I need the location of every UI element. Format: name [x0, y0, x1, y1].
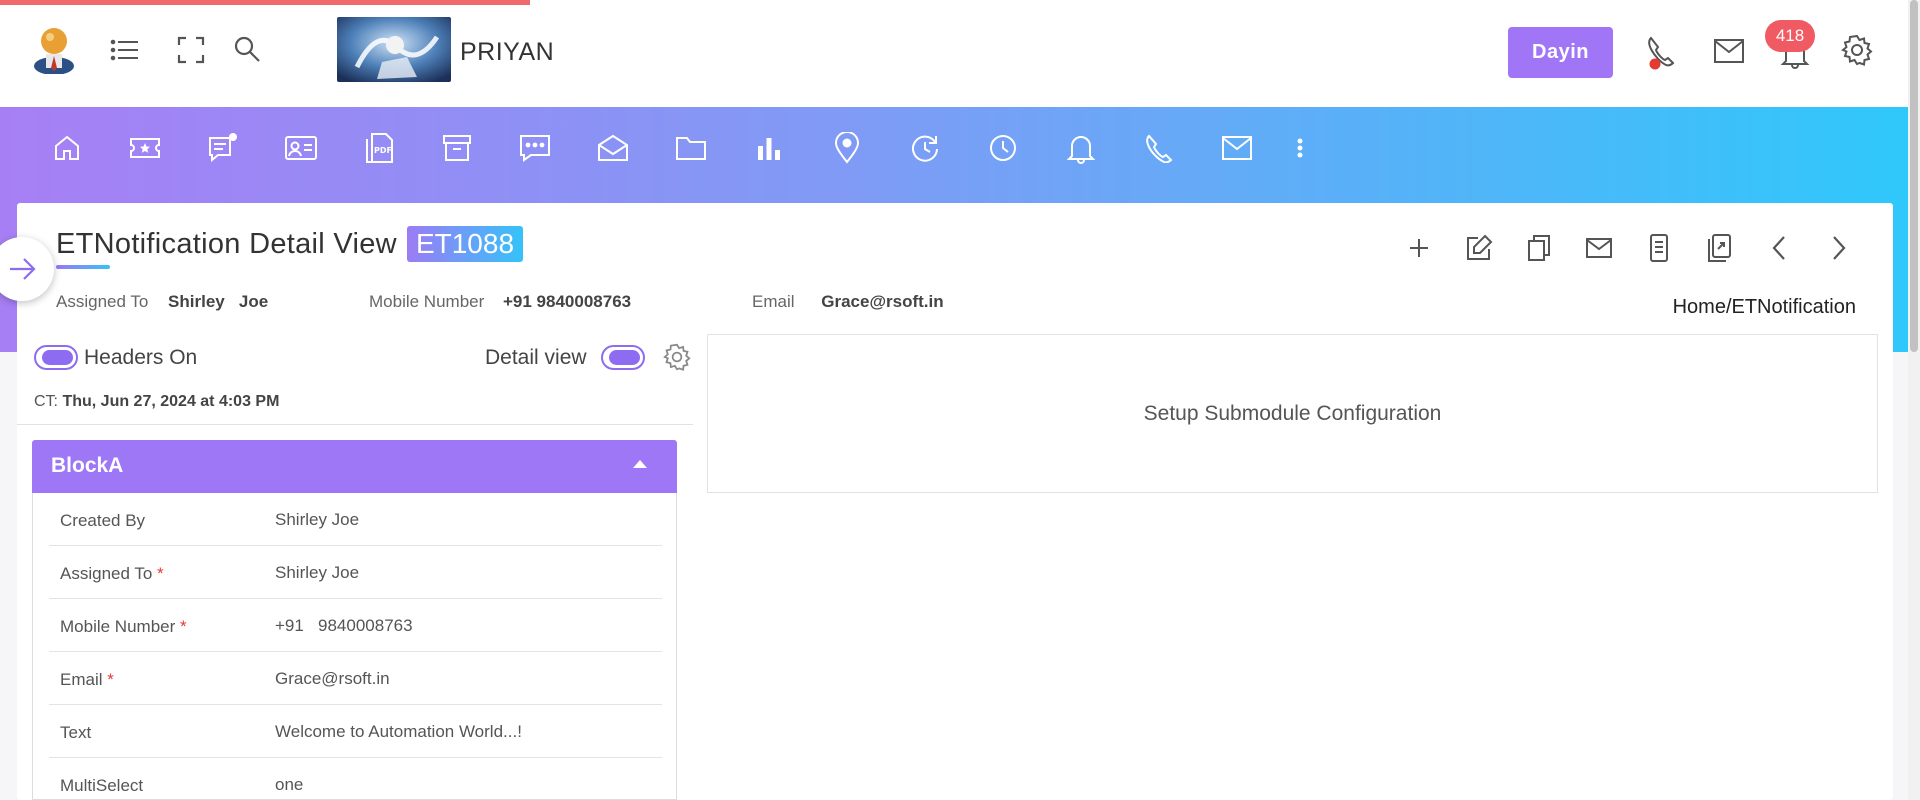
svg-text:PDF: PDF [374, 146, 392, 155]
record-actions [1389, 226, 1869, 270]
field-row-assigned-to: Assigned To * Shirley Joe [49, 546, 662, 599]
next-record-icon[interactable] [1809, 226, 1869, 270]
module-nav: PDF [28, 115, 1324, 180]
collapse-caret-icon[interactable] [633, 460, 647, 468]
chat-note-icon[interactable] [184, 115, 262, 180]
field-row-multiselect: MultiSelect one [49, 758, 662, 800]
field-value: Shirley Joe [275, 510, 360, 529]
block-body: Created By Shirley Joe Assigned To * Shi… [32, 493, 677, 800]
detail-view-toggle[interactable] [601, 345, 645, 370]
title-underline [56, 265, 110, 269]
assigned-to-value: Shirley Joe [168, 292, 269, 311]
email-value[interactable]: Grace@rsoft.in [821, 292, 943, 311]
search-icon[interactable] [231, 33, 263, 65]
assigned-to-label: Assigned To [56, 292, 149, 311]
mobile-value: +91 9840008763 [503, 292, 632, 311]
pdf-icon[interactable]: PDF [340, 115, 418, 180]
field-label: MultiSelect [60, 776, 144, 795]
brand-logo-image [337, 17, 451, 82]
field-label: Mobile Number * [60, 617, 187, 636]
list-icon[interactable] [108, 36, 142, 64]
field-row-created-by: Created By Shirley Joe [49, 493, 662, 546]
home-icon[interactable] [28, 115, 106, 180]
phone-icon[interactable] [1120, 115, 1198, 180]
add-icon[interactable] [1389, 226, 1449, 270]
detail-view-toggle-label: Detail view [485, 346, 587, 369]
field-value: Shirley Joe [275, 563, 360, 582]
panel-settings-icon[interactable] [662, 342, 692, 372]
bell-icon[interactable] [1042, 115, 1120, 180]
field-label: Email * [60, 670, 114, 689]
field-value: +91 9840008763 [275, 616, 413, 635]
page-loading-bar [0, 0, 530, 5]
record-id-badge: ET1088 [407, 226, 523, 262]
block-header[interactable]: BlockA [32, 440, 677, 493]
brand-name: PRIYAN [460, 38, 555, 66]
field-label: Assigned To * [60, 564, 164, 583]
field-value: one [275, 775, 304, 794]
created-time-prefix: CT: [34, 393, 58, 410]
clock-icon[interactable] [964, 115, 1042, 180]
more-vertical-icon[interactable] [1276, 115, 1324, 180]
copy-icon[interactable] [1509, 226, 1569, 270]
block-title: BlockA [51, 454, 124, 477]
headers-toggle-label: Headers On [84, 346, 198, 369]
field-value: Welcome to Automation World...! [275, 722, 522, 741]
share-document-icon[interactable] [1689, 226, 1749, 270]
gear-icon[interactable] [1840, 33, 1874, 67]
notification-count-badge: 418 [1765, 20, 1815, 52]
mail-icon[interactable] [1712, 36, 1746, 66]
mobile-label: Mobile Number [369, 292, 485, 311]
field-label: Text [60, 723, 92, 742]
envelope-open-icon[interactable] [574, 115, 652, 180]
page-title: ETNotification Detail View [56, 228, 397, 260]
ticket-icon[interactable] [106, 115, 184, 180]
field-row-text: Text Welcome to Automation World...! [49, 705, 662, 758]
field-row-mobile-number: Mobile Number * +91 9840008763 [49, 599, 662, 652]
contact-card-icon[interactable] [262, 115, 340, 180]
fullscreen-icon[interactable] [175, 34, 207, 66]
mobile-summary: Mobile Number +91 9840008763 [369, 292, 631, 312]
email-summary: Email Grace@rsoft.in [752, 292, 944, 312]
field-label: Created By [60, 511, 146, 530]
created-time-value: Thu, Jun 27, 2024 at 4:03 PM [62, 393, 280, 410]
submodule-panel: Setup Submodule Configuration [707, 334, 1878, 493]
breadcrumb[interactable]: Home/ETNotification [1673, 296, 1856, 319]
headers-toggle[interactable] [34, 345, 78, 370]
field-row-email: Email * Grace@rsoft.in [49, 652, 662, 705]
message-icon[interactable] [496, 115, 574, 180]
created-time: CT: Thu, Jun 27, 2024 at 4:03 PM [34, 393, 279, 411]
page-scrollbar-thumb[interactable] [1910, 0, 1918, 352]
refresh-clock-icon[interactable] [886, 115, 964, 180]
email-record-icon[interactable] [1569, 226, 1629, 270]
edit-icon[interactable] [1449, 226, 1509, 270]
panel-divider [17, 424, 693, 425]
field-value[interactable]: Grace@rsoft.in [275, 669, 390, 689]
archive-icon[interactable] [418, 115, 496, 180]
bar-chart-icon[interactable] [730, 115, 808, 180]
top-header: PRIYAN Dayin 418 [0, 0, 1908, 107]
email-label: Email [752, 292, 795, 311]
folder-icon[interactable] [652, 115, 730, 180]
user-button[interactable]: Dayin [1508, 27, 1613, 78]
mobile-icon[interactable] [1629, 226, 1689, 270]
submodule-message[interactable]: Setup Submodule Configuration [1144, 402, 1442, 426]
assigned-to-summary: Assigned To Shirley Joe [56, 292, 268, 312]
previous-record-icon[interactable] [1749, 226, 1809, 270]
avatar[interactable] [32, 24, 76, 75]
mail-icon[interactable] [1198, 115, 1276, 180]
phone-call-icon[interactable] [1644, 33, 1680, 71]
location-pin-icon[interactable] [808, 115, 886, 180]
